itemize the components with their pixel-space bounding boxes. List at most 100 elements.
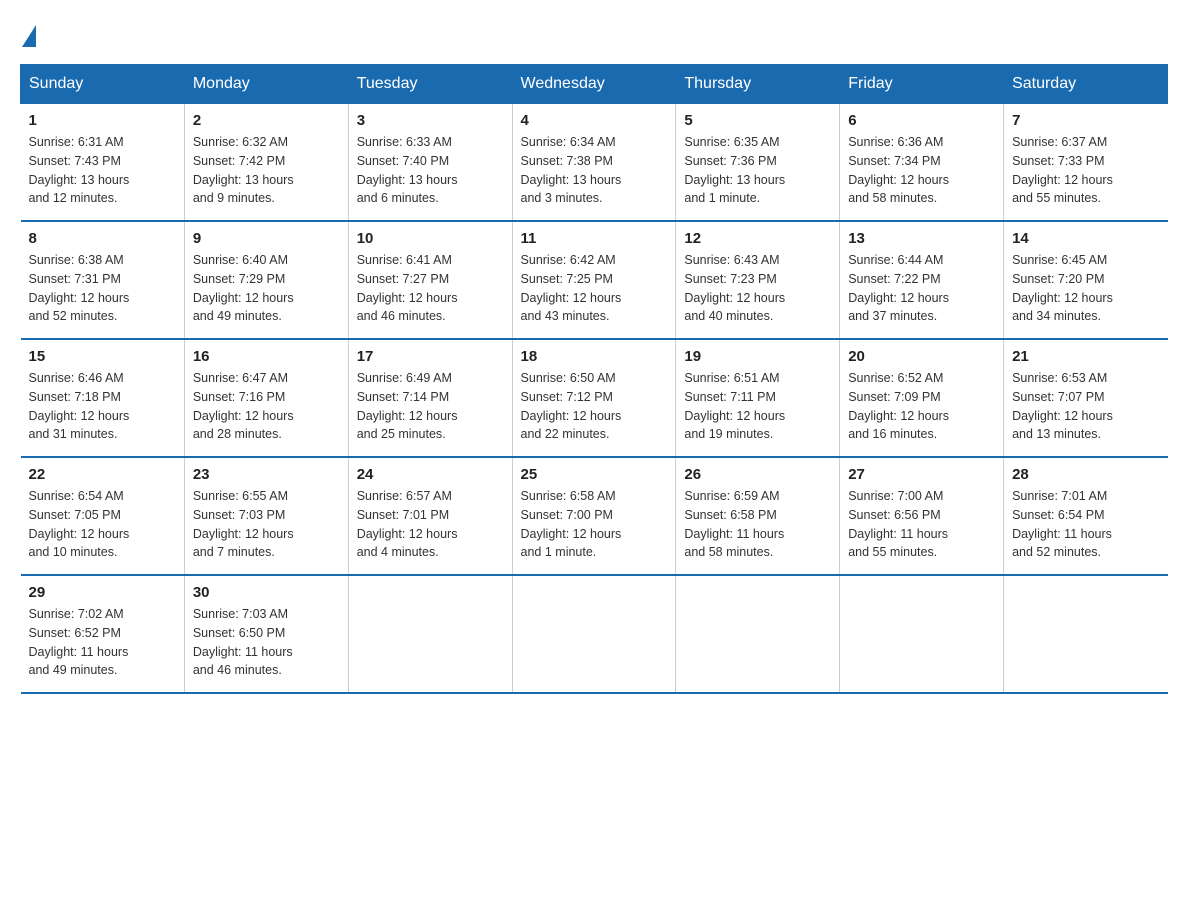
day-info: Sunrise: 6:55 AM Sunset: 7:03 PM Dayligh… [193,487,340,562]
calendar-cell: 26Sunrise: 6:59 AM Sunset: 6:58 PM Dayli… [676,457,840,575]
calendar-week-row: 22Sunrise: 6:54 AM Sunset: 7:05 PM Dayli… [21,457,1168,575]
calendar-cell: 27Sunrise: 7:00 AM Sunset: 6:56 PM Dayli… [840,457,1004,575]
weekday-header-thursday: Thursday [676,65,840,104]
calendar-cell: 9 Sunrise: 6:40 AM Sunset: 7:29 PM Daylig… [184,221,348,339]
calendar-week-row: 8 Sunrise: 6:38 AM Sunset: 7:31 PM Daylig… [21,221,1168,339]
day-info: Sunrise: 7:00 AM Sunset: 6:56 PM Dayligh… [848,487,995,562]
day-info: Sunrise: 6:40 AM Sunset: 7:29 PM Dayligh… [193,251,340,326]
calendar-cell: 7 Sunrise: 6:37 AM Sunset: 7:33 PM Daylig… [1004,104,1168,222]
calendar-cell: 14 Sunrise: 6:45 AM Sunset: 7:20 PM Dayli… [1004,221,1168,339]
day-number: 6 [848,112,995,129]
calendar-cell: 22Sunrise: 6:54 AM Sunset: 7:05 PM Dayli… [21,457,185,575]
logo [20,20,38,44]
day-info: Sunrise: 6:43 AM Sunset: 7:23 PM Dayligh… [684,251,831,326]
calendar-cell [348,575,512,693]
day-info: Sunrise: 7:03 AM Sunset: 6:50 PM Dayligh… [193,605,340,680]
logo-triangle-icon [22,25,36,47]
calendar-cell: 5 Sunrise: 6:35 AM Sunset: 7:36 PM Daylig… [676,104,840,222]
weekday-header-sunday: Sunday [21,65,185,104]
day-number: 14 [1012,230,1159,247]
day-info: Sunrise: 6:49 AM Sunset: 7:14 PM Dayligh… [357,369,504,444]
day-number: 21 [1012,348,1159,365]
day-number: 4 [521,112,668,129]
calendar-cell: 29 Sunrise: 7:02 AM Sunset: 6:52 PM Dayli… [21,575,185,693]
calendar-cell: 19 Sunrise: 6:51 AM Sunset: 7:11 PM Dayli… [676,339,840,457]
day-number: 12 [684,230,831,247]
day-number: 20 [848,348,995,365]
calendar-cell [512,575,676,693]
day-info: Sunrise: 6:36 AM Sunset: 7:34 PM Dayligh… [848,133,995,208]
day-number: 25 [521,466,668,483]
day-info: Sunrise: 6:53 AM Sunset: 7:07 PM Dayligh… [1012,369,1159,444]
day-number: 8 [29,230,176,247]
calendar-table: SundayMondayTuesdayWednesdayThursdayFrid… [20,64,1168,694]
calendar-cell: 21 Sunrise: 6:53 AM Sunset: 7:07 PM Dayli… [1004,339,1168,457]
day-info: Sunrise: 6:35 AM Sunset: 7:36 PM Dayligh… [684,133,831,208]
weekday-header-monday: Monday [184,65,348,104]
calendar-cell [1004,575,1168,693]
day-info: Sunrise: 6:46 AM Sunset: 7:18 PM Dayligh… [29,369,176,444]
day-info: Sunrise: 6:37 AM Sunset: 7:33 PM Dayligh… [1012,133,1159,208]
day-number: 15 [29,348,176,365]
day-info: Sunrise: 6:42 AM Sunset: 7:25 PM Dayligh… [521,251,668,326]
day-number: 9 [193,230,340,247]
calendar-cell: 24 Sunrise: 6:57 AM Sunset: 7:01 PM Dayli… [348,457,512,575]
day-number: 3 [357,112,504,129]
day-info: Sunrise: 6:44 AM Sunset: 7:22 PM Dayligh… [848,251,995,326]
day-info: Sunrise: 6:31 AM Sunset: 7:43 PM Dayligh… [29,133,176,208]
day-info: Sunrise: 6:51 AM Sunset: 7:11 PM Dayligh… [684,369,831,444]
calendar-cell: 23 Sunrise: 6:55 AM Sunset: 7:03 PM Dayli… [184,457,348,575]
day-number: 5 [684,112,831,129]
day-info: Sunrise: 6:41 AM Sunset: 7:27 PM Dayligh… [357,251,504,326]
calendar-cell: 2 Sunrise: 6:32 AM Sunset: 7:42 PM Daylig… [184,104,348,222]
page-header [20,20,1168,44]
day-number: 11 [521,230,668,247]
day-number: 2 [193,112,340,129]
day-info: Sunrise: 6:57 AM Sunset: 7:01 PM Dayligh… [357,487,504,562]
day-number: 19 [684,348,831,365]
calendar-cell: 18 Sunrise: 6:50 AM Sunset: 7:12 PM Dayli… [512,339,676,457]
calendar-cell: 25 Sunrise: 6:58 AM Sunset: 7:00 PM Dayli… [512,457,676,575]
day-info: Sunrise: 6:45 AM Sunset: 7:20 PM Dayligh… [1012,251,1159,326]
day-info: Sunrise: 6:32 AM Sunset: 7:42 PM Dayligh… [193,133,340,208]
day-number: 1 [29,112,176,129]
day-info: Sunrise: 7:01 AM Sunset: 6:54 PM Dayligh… [1012,487,1159,562]
day-info: Sunrise: 6:58 AM Sunset: 7:00 PM Dayligh… [521,487,668,562]
day-info: Sunrise: 6:52 AM Sunset: 7:09 PM Dayligh… [848,369,995,444]
day-info: Sunrise: 6:47 AM Sunset: 7:16 PM Dayligh… [193,369,340,444]
calendar-cell: 30Sunrise: 7:03 AM Sunset: 6:50 PM Dayli… [184,575,348,693]
calendar-cell [840,575,1004,693]
calendar-cell: 3 Sunrise: 6:33 AM Sunset: 7:40 PM Daylig… [348,104,512,222]
day-number: 23 [193,466,340,483]
day-number: 24 [357,466,504,483]
calendar-cell: 1 Sunrise: 6:31 AM Sunset: 7:43 PM Daylig… [21,104,185,222]
calendar-cell: 10Sunrise: 6:41 AM Sunset: 7:27 PM Dayli… [348,221,512,339]
calendar-cell: 15 Sunrise: 6:46 AM Sunset: 7:18 PM Dayli… [21,339,185,457]
weekday-header-tuesday: Tuesday [348,65,512,104]
weekday-header-row: SundayMondayTuesdayWednesdayThursdayFrid… [21,65,1168,104]
calendar-cell: 11 Sunrise: 6:42 AM Sunset: 7:25 PM Dayli… [512,221,676,339]
day-number: 13 [848,230,995,247]
day-info: Sunrise: 6:34 AM Sunset: 7:38 PM Dayligh… [521,133,668,208]
calendar-week-row: 15 Sunrise: 6:46 AM Sunset: 7:18 PM Dayli… [21,339,1168,457]
calendar-cell: 8 Sunrise: 6:38 AM Sunset: 7:31 PM Daylig… [21,221,185,339]
day-number: 17 [357,348,504,365]
calendar-cell: 13 Sunrise: 6:44 AM Sunset: 7:22 PM Dayli… [840,221,1004,339]
calendar-cell: 28Sunrise: 7:01 AM Sunset: 6:54 PM Dayli… [1004,457,1168,575]
calendar-week-row: 29 Sunrise: 7:02 AM Sunset: 6:52 PM Dayli… [21,575,1168,693]
day-info: Sunrise: 6:54 AM Sunset: 7:05 PM Dayligh… [29,487,176,562]
day-number: 18 [521,348,668,365]
calendar-cell: 12 Sunrise: 6:43 AM Sunset: 7:23 PM Dayli… [676,221,840,339]
day-info: Sunrise: 6:50 AM Sunset: 7:12 PM Dayligh… [521,369,668,444]
weekday-header-friday: Friday [840,65,1004,104]
weekday-header-saturday: Saturday [1004,65,1168,104]
calendar-cell: 17 Sunrise: 6:49 AM Sunset: 7:14 PM Dayli… [348,339,512,457]
day-info: Sunrise: 6:59 AM Sunset: 6:58 PM Dayligh… [684,487,831,562]
day-number: 29 [29,584,176,601]
day-info: Sunrise: 6:33 AM Sunset: 7:40 PM Dayligh… [357,133,504,208]
day-info: Sunrise: 6:38 AM Sunset: 7:31 PM Dayligh… [29,251,176,326]
day-info: Sunrise: 7:02 AM Sunset: 6:52 PM Dayligh… [29,605,176,680]
calendar-cell: 20 Sunrise: 6:52 AM Sunset: 7:09 PM Dayli… [840,339,1004,457]
day-number: 7 [1012,112,1159,129]
calendar-cell: 4 Sunrise: 6:34 AM Sunset: 7:38 PM Daylig… [512,104,676,222]
